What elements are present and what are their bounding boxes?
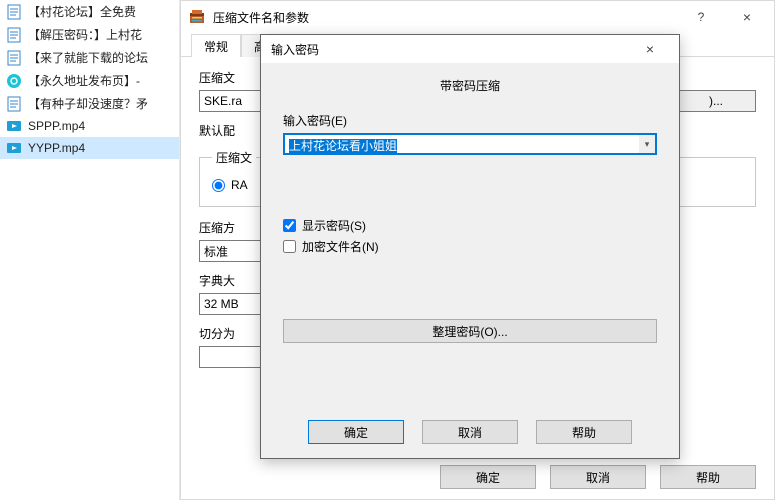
split-input[interactable] — [199, 346, 269, 368]
tab-general[interactable]: 常规 — [191, 34, 241, 57]
format-rar-input[interactable] — [212, 179, 225, 192]
winrar-icon — [189, 9, 205, 25]
file-row[interactable]: 【解压密码：】上村花 — [0, 23, 179, 46]
password-help-button[interactable]: 帮助 — [536, 420, 632, 444]
file-label: 【永久地址发布页】- — [28, 72, 140, 89]
file-row[interactable]: 【村花论坛】全免费 — [0, 0, 179, 23]
file-label: 【有种子却没速度？矛 — [28, 95, 148, 112]
password-button-row: 确定 取消 帮助 — [261, 410, 679, 458]
file-row[interactable]: 【来了就能下载的论坛 — [0, 46, 179, 69]
help-button[interactable]: ? — [678, 1, 724, 33]
text-file-icon — [6, 27, 22, 43]
encrypt-names-input[interactable] — [283, 240, 296, 253]
method-select[interactable] — [199, 240, 269, 262]
password-history-dropdown[interactable]: ▾ — [639, 133, 657, 155]
window-title: 压缩文件名和参数 — [213, 9, 309, 26]
file-label: 【村花论坛】全免费 — [28, 3, 136, 20]
dialog-button-row: 确定 取消 帮助 — [181, 455, 774, 499]
password-dialog: 输入密码 × 带密码压缩 输入密码(E) 上村花论坛看小姐姐 ▾ 显示密码(S)… — [260, 34, 680, 459]
organize-passwords-button[interactable]: 整理密码(O)... — [283, 319, 657, 343]
encrypt-names-checkbox[interactable]: 加密文件名(N) — [283, 238, 657, 255]
password-close-button[interactable]: × — [627, 33, 673, 65]
password-heading: 带密码压缩 — [283, 77, 657, 94]
video-file-icon — [6, 140, 22, 156]
enter-password-label: 输入密码(E) — [283, 112, 657, 129]
file-label: 【解压密码：】上村花 — [28, 26, 142, 43]
titlebar: 压缩文件名和参数 ? × — [181, 1, 774, 33]
cancel-button[interactable]: 取消 — [550, 465, 646, 489]
link-icon — [6, 73, 22, 89]
file-row[interactable]: 【有种子却没速度？矛 — [0, 92, 179, 115]
file-label: YYPP.mp4 — [28, 141, 85, 155]
password-cancel-button[interactable]: 取消 — [422, 420, 518, 444]
file-label: SPPP.mp4 — [28, 119, 85, 133]
show-password-input[interactable] — [283, 219, 296, 232]
text-file-icon — [6, 4, 22, 20]
text-file-icon — [6, 96, 22, 112]
password-ok-button[interactable]: 确定 — [308, 420, 404, 444]
show-password-checkbox[interactable]: 显示密码(S) — [283, 217, 657, 234]
file-row[interactable]: 【永久地址发布页】- — [0, 69, 179, 92]
format-legend: 压缩文 — [212, 149, 256, 166]
browse-button[interactable]: )... — [676, 90, 756, 112]
text-file-icon — [6, 50, 22, 66]
file-list: 【村花论坛】全免费 【解压密码：】上村花 【来了就能下载的论坛 【永久地址发布页… — [0, 0, 180, 500]
close-button[interactable]: × — [724, 1, 770, 33]
ok-button[interactable]: 确定 — [440, 465, 536, 489]
file-row[interactable]: SPPP.mp4 — [0, 115, 179, 137]
video-file-icon — [6, 118, 22, 134]
file-row[interactable]: YYPP.mp4 — [0, 137, 179, 159]
password-input[interactable]: 上村花论坛看小姐姐 — [283, 133, 639, 155]
help-button[interactable]: 帮助 — [660, 465, 756, 489]
dict-select[interactable] — [199, 293, 269, 315]
password-titlebar: 输入密码 × — [261, 35, 679, 63]
file-label: 【来了就能下载的论坛 — [28, 49, 148, 66]
chevron-down-icon: ▾ — [645, 139, 650, 150]
password-title: 输入密码 — [271, 41, 319, 58]
